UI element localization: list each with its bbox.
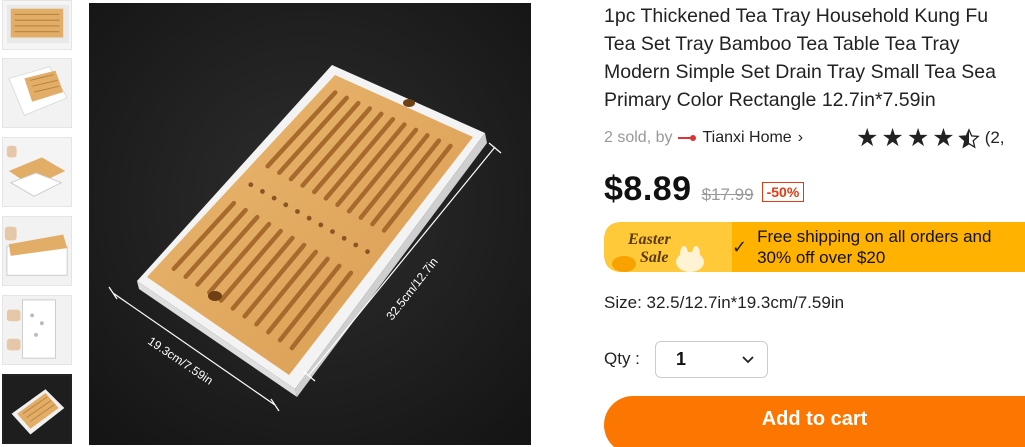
size-label: Size: 32.5/12.7in*19.3cm/7.59in (604, 293, 845, 312)
product-info-panel: 1pc Thickened Tea Tray Household Kung Fu… (604, 0, 1025, 447)
star-icon: ★ (932, 123, 955, 152)
drain-hole (295, 209, 300, 214)
thumbnail-3[interactable] (2, 137, 72, 207)
rating-stars[interactable]: ★ ★ ★ ★ (2, (856, 125, 1005, 151)
original-price: $17.99 (701, 185, 754, 204)
rating-count[interactable]: (2, (985, 128, 1005, 148)
thumbnail-6-selected[interactable] (2, 374, 72, 444)
drain-hole (248, 182, 254, 188)
product-page: 19.3cm/7.59in 32.5cm/12.7in 1pc Thickene… (0, 0, 1025, 447)
price-row: $8.89 $17.99 -50% (604, 170, 805, 209)
drain-hole (365, 249, 370, 255)
seller-row: 2 sold, by Tianxi Home › ★ ★ ★ ★ (2, (604, 125, 1025, 151)
store-name-link[interactable]: Tianxi Home (702, 129, 791, 147)
drain-hole (306, 215, 312, 221)
drain-hole (283, 202, 289, 208)
sold-count: 2 sold, by (604, 129, 673, 146)
star-icon: ★ (906, 123, 930, 152)
star-icon: ★ (881, 123, 904, 152)
thumbnail-list (0, 0, 74, 447)
product-title: 1pc Thickened Tea Tray Household Kung Fu… (604, 5, 996, 111)
half-star-icon (957, 126, 980, 150)
thumbnail-4[interactable] (2, 216, 72, 286)
quantity-label: Qty : (604, 349, 640, 368)
easter-sale-badge: Easter Sale (604, 222, 732, 272)
main-product-image[interactable]: 19.3cm/7.59in 32.5cm/12.7in (89, 3, 531, 445)
drain-hole (341, 235, 347, 241)
add-to-cart-button[interactable]: Add to cart (604, 396, 1025, 447)
current-price: $8.89 (604, 170, 692, 208)
promo-badge-line1: Easter (627, 231, 671, 248)
drain-hole (271, 195, 277, 201)
promo-badge-line2: Sale (640, 249, 668, 266)
drain-hole (353, 242, 359, 248)
thumbnail-1[interactable] (2, 0, 72, 50)
promo-banner[interactable]: Easter Sale ✓ Free shipping on all order… (604, 222, 1025, 272)
promo-text: Free shipping on all orders and 30% off … (757, 227, 992, 267)
discount-badge: -50% (761, 182, 805, 202)
drain-hole (318, 222, 324, 228)
drain-hole (330, 229, 335, 234)
check-icon: ✓ (732, 236, 748, 257)
chevron-down-icon (741, 352, 755, 368)
thumbnail-5[interactable] (2, 295, 72, 365)
store-logo-icon (678, 134, 698, 142)
chevron-right-icon[interactable]: › (798, 129, 803, 147)
quantity-select[interactable]: 1 (655, 341, 768, 378)
drain-hole (260, 189, 265, 194)
thumbnail-2[interactable] (2, 58, 72, 128)
star-icon: ★ (856, 123, 879, 152)
quantity-value: 1 (676, 349, 687, 369)
